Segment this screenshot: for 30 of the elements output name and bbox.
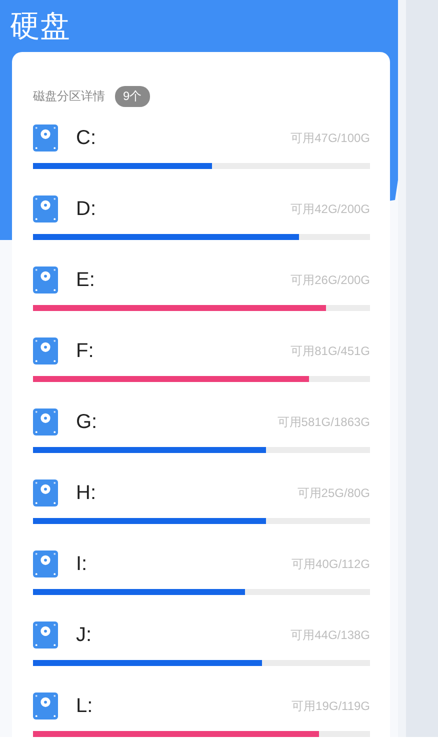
free-space-text: 可用25G/80G: [297, 484, 370, 502]
drive-letter: F:: [76, 340, 94, 362]
hard-drive-icon: [33, 692, 58, 720]
free-space-text: 可用19G/119G: [292, 698, 370, 714]
section-heading: 磁盘分区详情: [33, 88, 105, 105]
drive-letter: D:: [76, 198, 96, 220]
free-space-text: 可用44G/138G: [290, 626, 370, 644]
hard-drive-icon: [33, 124, 58, 152]
drive-letter: G:: [76, 410, 98, 434]
hard-drive-icon: [33, 479, 58, 507]
free-space-text: 可用42G/200G: [290, 200, 370, 218]
drive-letter: H:: [76, 482, 96, 504]
hard-drive-icon: [33, 550, 58, 578]
hard-drive-icon: [33, 408, 58, 436]
free-space-text: 可用81G/451G: [290, 342, 370, 360]
drive-letter: I:: [76, 552, 88, 576]
free-space-text: 可用47G/100G: [290, 130, 370, 146]
free-space-text: 可用26G/200G: [290, 272, 370, 288]
free-space-text: 可用40G/112G: [292, 556, 370, 572]
free-space-text: 可用581G/1863G: [277, 414, 370, 430]
page-title: 硬盘: [9, 9, 71, 45]
hard-drive-icon: [33, 195, 58, 223]
hard-drive-icon: [33, 266, 58, 294]
drive-letter: E:: [76, 268, 95, 292]
drive-letter: J:: [76, 624, 92, 646]
count-badge: 9个: [115, 86, 150, 107]
hard-drive-icon: [33, 621, 58, 649]
drive-letter: L:: [76, 694, 93, 718]
hard-drive-icon: [33, 337, 58, 365]
drive-letter: C:: [76, 126, 96, 150]
